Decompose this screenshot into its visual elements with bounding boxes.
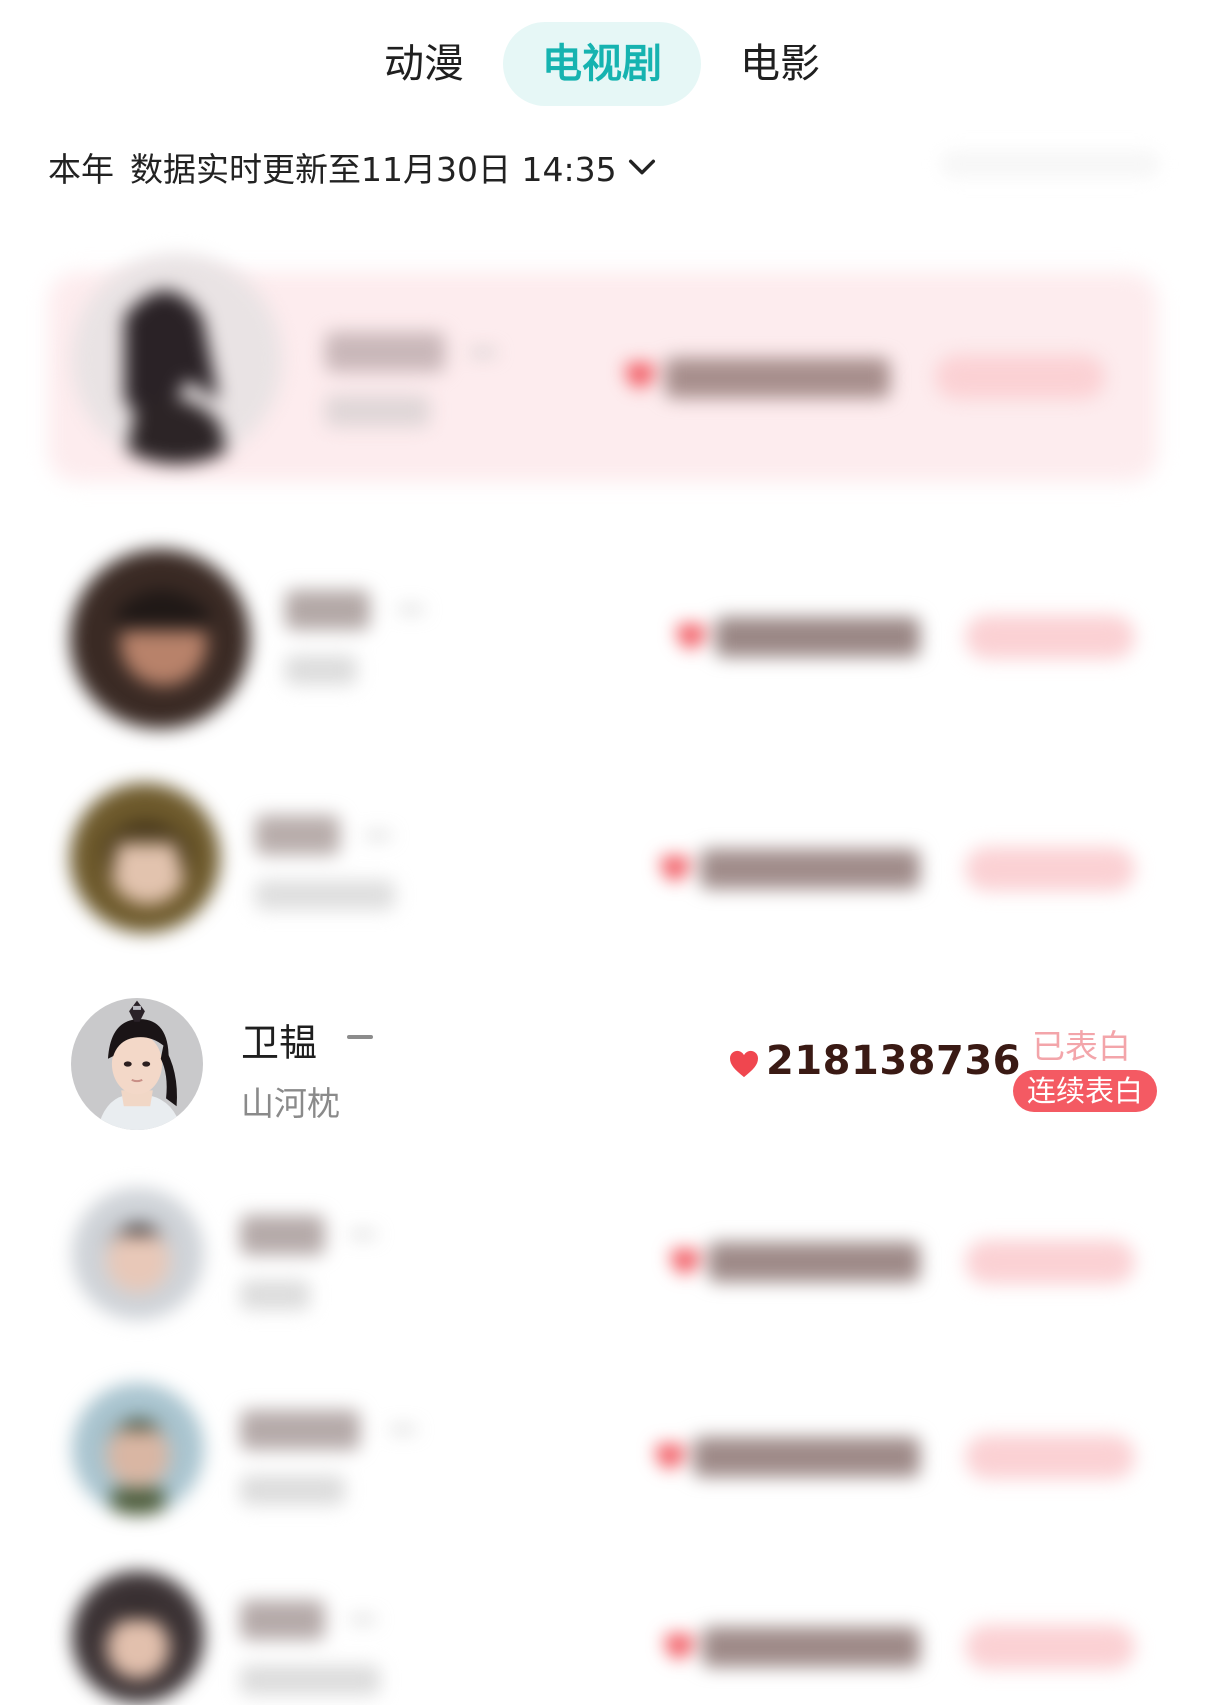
- update-time-text: 数据实时更新至11月30日 14:35: [130, 150, 617, 189]
- vote-count: 218138736: [766, 1038, 1021, 1084]
- list-item[interactable]: [0, 1180, 1205, 1340]
- list-item[interactable]: [0, 1375, 1205, 1535]
- avatar: [72, 1571, 204, 1703]
- heart-icon: [671, 1248, 699, 1276]
- heart-icon: [656, 1443, 684, 1471]
- confess-button[interactable]: [965, 1625, 1135, 1669]
- heart-icon: [677, 623, 705, 651]
- period-label: 本年: [48, 150, 114, 189]
- list-item[interactable]: [0, 775, 1205, 950]
- avatar: [70, 549, 250, 729]
- avatar: [71, 998, 203, 1130]
- heart-icon: [661, 855, 689, 883]
- period-selector[interactable]: 本年 数据实时更新至11月30日 14:35: [48, 140, 659, 194]
- list-item[interactable]: 卫韫 山河枕 218138736 已表白 连续表白: [0, 990, 1205, 1140]
- category-tabs: 动漫 电视剧 电影: [0, 22, 1205, 106]
- blurred-header-element: [940, 150, 1160, 178]
- confess-button[interactable]: [965, 1240, 1135, 1284]
- tab-movie[interactable]: 电影: [728, 22, 832, 106]
- avatar: [72, 254, 282, 464]
- confess-button[interactable]: [965, 847, 1135, 891]
- chevron-down-icon: [628, 159, 655, 175]
- confessed-status: 已表白: [1032, 1027, 1131, 1066]
- heart-icon: [626, 362, 654, 390]
- heart-icon: [665, 1633, 693, 1661]
- drama-title: 山河枕: [241, 1084, 340, 1123]
- list-item[interactable]: [0, 545, 1205, 735]
- character-name: 卫韫: [241, 1021, 318, 1065]
- tab-anime[interactable]: 动漫: [372, 22, 476, 106]
- confess-button[interactable]: [965, 615, 1135, 659]
- avatar: [70, 783, 220, 933]
- heart-icon: [730, 1050, 758, 1078]
- tab-tv-drama[interactable]: 电视剧: [503, 22, 701, 106]
- confess-button[interactable]: [965, 1435, 1135, 1479]
- list-item[interactable]: [0, 250, 1205, 510]
- avatar: [72, 1383, 204, 1515]
- rank-change-indicator: [347, 1035, 373, 1039]
- confess-button[interactable]: [935, 355, 1105, 399]
- continue-confess-button[interactable]: 连续表白: [1013, 1070, 1158, 1112]
- list-item[interactable]: [0, 1565, 1205, 1705]
- avatar: [72, 1188, 204, 1320]
